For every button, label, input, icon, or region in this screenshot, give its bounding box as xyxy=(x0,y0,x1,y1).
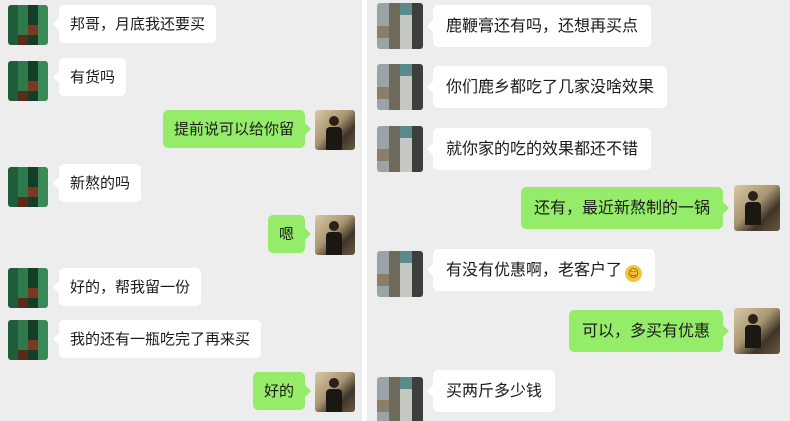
message-text: 还有，最近新熬制的一锅 xyxy=(533,198,710,217)
smile-emoji-icon: ☺ xyxy=(625,265,643,282)
my-avatar[interactable] xyxy=(734,308,780,354)
message-row: 你们鹿乡都吃了几家没啥效果 xyxy=(367,64,790,110)
contact-avatar[interactable] xyxy=(377,377,423,421)
contact-avatar[interactable] xyxy=(377,3,423,49)
incoming-message-bubble[interactable]: 就你家的吃的效果都还不错 xyxy=(426,128,652,170)
message-row: 好的 xyxy=(0,370,362,412)
outgoing-message-bubble[interactable]: 嗯 xyxy=(267,215,312,253)
message-row: 我的还有一瓶吃完了再来买 xyxy=(0,318,362,360)
message-text: 有没有优惠啊，老客户了 xyxy=(446,260,623,279)
message-text: 买两斤多少钱 xyxy=(446,381,543,400)
message-row: 提前说可以给你留 xyxy=(0,108,362,150)
message-text: 我的还有一瓶吃完了再来买 xyxy=(70,330,251,348)
message-row: 鹿鞭膏还有吗，还想再买点 xyxy=(367,3,790,49)
message-text: 就你家的吃的效果都还不错 xyxy=(446,139,639,158)
message-text: 有货吗 xyxy=(70,68,116,86)
incoming-message-bubble[interactable]: 有没有优惠啊，老客户了 ☺ xyxy=(426,249,656,291)
right-chat-panel[interactable]: 鹿鞭膏还有吗，还想再买点 你们鹿乡都吃了几家没啥效果 就你家的吃的效果都还不错 … xyxy=(367,0,790,421)
message-row: 嗯 xyxy=(0,213,362,255)
left-chat-panel[interactable]: 邦哥，月底我还要买 有货吗 提前说可以给你留 新熬的吗 嗯 好的，帮我留一份 我… xyxy=(0,0,362,421)
message-row: 有没有优惠啊，老客户了 ☺ xyxy=(367,247,790,297)
contact-avatar[interactable] xyxy=(8,5,48,45)
message-row: 好的，帮我留一份 xyxy=(0,266,362,308)
my-avatar[interactable] xyxy=(315,215,355,255)
contact-avatar[interactable] xyxy=(8,167,48,207)
my-avatar[interactable] xyxy=(734,185,780,231)
contact-avatar[interactable] xyxy=(8,61,48,101)
message-text: 鹿鞭膏还有吗，还想再买点 xyxy=(446,16,639,35)
message-text: 提前说可以给你留 xyxy=(173,120,294,138)
incoming-message-bubble[interactable]: 鹿鞭膏还有吗，还想再买点 xyxy=(426,5,652,47)
message-text: 好的，帮我留一份 xyxy=(70,278,191,296)
message-text: 可以，多买有优惠 xyxy=(581,321,710,340)
incoming-message-bubble[interactable]: 有货吗 xyxy=(52,58,127,96)
outgoing-message-bubble[interactable]: 还有，最近新熬制的一锅 xyxy=(520,187,730,229)
contact-avatar[interactable] xyxy=(8,268,48,308)
incoming-message-bubble[interactable]: 买两斤多少钱 xyxy=(426,370,556,412)
contact-avatar[interactable] xyxy=(377,126,423,172)
incoming-message-bubble[interactable]: 你们鹿乡都吃了几家没啥效果 xyxy=(426,66,668,108)
incoming-message-bubble[interactable]: 新熬的吗 xyxy=(52,164,142,202)
outgoing-message-bubble[interactable]: 可以，多买有优惠 xyxy=(568,310,730,352)
incoming-message-bubble[interactable]: 邦哥，月底我还要买 xyxy=(52,5,217,43)
message-row: 还有，最近新熬制的一锅 xyxy=(367,185,790,231)
contact-avatar[interactable] xyxy=(8,320,48,360)
outgoing-message-bubble[interactable]: 好的 xyxy=(252,372,312,410)
message-text: 好的 xyxy=(263,382,294,400)
message-row: 买两斤多少钱 xyxy=(367,368,790,421)
message-row: 可以，多买有优惠 xyxy=(367,308,790,354)
incoming-message-bubble[interactable]: 好的，帮我留一份 xyxy=(52,268,202,306)
incoming-message-bubble[interactable]: 我的还有一瓶吃完了再来买 xyxy=(52,320,262,358)
outgoing-message-bubble[interactable]: 提前说可以给你留 xyxy=(162,110,312,148)
message-text: 你们鹿乡都吃了几家没啥效果 xyxy=(446,77,655,96)
my-avatar[interactable] xyxy=(315,110,355,150)
message-row: 邦哥，月底我还要买 xyxy=(0,3,362,45)
message-row: 有货吗 xyxy=(0,56,362,101)
message-text: 嗯 xyxy=(278,225,294,243)
my-avatar[interactable] xyxy=(315,372,355,412)
message-row: 就你家的吃的效果都还不错 xyxy=(367,126,790,172)
contact-avatar[interactable] xyxy=(377,64,423,110)
message-row: 新熬的吗 xyxy=(0,162,362,207)
message-text: 邦哥，月底我还要买 xyxy=(70,15,206,33)
contact-avatar[interactable] xyxy=(377,251,423,297)
message-text: 新熬的吗 xyxy=(70,174,131,192)
